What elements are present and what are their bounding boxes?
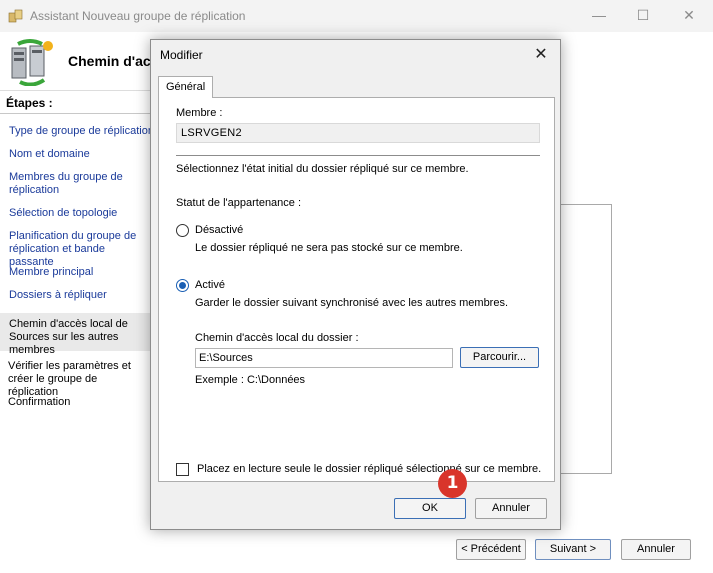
step-planification[interactable]: Planification du groupe de réplication e… [9,230,151,269]
close-icon[interactable]: ✕ [676,4,702,26]
readonly-checkbox[interactable] [176,463,189,476]
desactive-label[interactable]: Désactivé [195,224,243,236]
ok-button[interactable]: OK [394,498,466,519]
step-confirmation: Confirmation [8,396,71,408]
desactive-description: Le dossier répliqué ne sera pas stocké s… [195,242,463,254]
minimize-icon[interactable]: — [586,4,612,26]
modifier-dialog: Modifier ✕ Général Membre : LSRVGEN2 Sél… [150,39,561,530]
instruction-text: Sélectionnez l'état initial du dossier r… [176,163,469,175]
wizard-title: Assistant Nouveau groupe de réplication [30,9,246,23]
step-verifier: Vérifier les paramètres et créer le grou… [8,360,131,398]
dialog-title: Modifier [160,48,203,62]
step-membre-principal[interactable]: Membre principal [9,266,159,279]
tab-general[interactable]: Général [158,76,214,98]
local-path-input[interactable]: E:\Sources [195,348,453,368]
step-nom-domaine[interactable]: Nom et domaine [9,148,159,161]
previous-button[interactable]: < Précédent [456,539,526,560]
replication-app-icon [8,9,23,23]
next-button[interactable]: Suivant > [535,539,611,560]
active-label[interactable]: Activé [195,279,225,291]
steps-heading: Étapes : [0,96,150,114]
server-replication-icon [11,39,53,86]
desactive-radio[interactable] [176,224,189,237]
dialog-cancel-button[interactable]: Annuler [475,498,547,519]
separator-line [176,155,540,156]
browse-button[interactable]: Parcourir... [460,347,539,368]
local-path-label: Chemin d'accès local du dossier : [195,332,359,344]
step-number-badge: 1 [438,469,467,498]
member-list-box[interactable] [560,204,612,474]
wizard-titlebar[interactable]: Assistant Nouveau groupe de réplication … [0,0,713,32]
member-value-field: LSRVGEN2 [176,123,540,143]
step-topologie[interactable]: Sélection de topologie [9,207,159,220]
membership-status-label: Statut de l'appartenance : [176,197,302,209]
dialog-close-icon[interactable]: ✕ [530,44,552,66]
wizard-step-title: Chemin d'ac [68,53,151,69]
wizard-cancel-button[interactable]: Annuler [621,539,691,560]
path-example-text: Exemple : C:\Données [195,374,306,386]
member-label: Membre : [176,107,223,119]
active-radio[interactable] [176,279,189,292]
readonly-label[interactable]: Placez en lecture seule le dossier répli… [197,463,541,475]
active-description: Garder le dossier suivant synchronisé av… [195,297,509,309]
maximize-icon[interactable]: ☐ [630,4,656,26]
step-membres[interactable]: Membres du groupe de réplication [9,171,127,197]
general-tab-panel: Membre : LSRVGEN2 Sélectionnez l'état in… [158,97,555,482]
step-chemin-acces-current: Chemin d'accès local de Sources sur les … [0,313,150,356]
step-dossiers[interactable]: Dossiers à répliquer [9,289,159,302]
step-type-groupe[interactable]: Type de groupe de réplication [9,125,159,138]
